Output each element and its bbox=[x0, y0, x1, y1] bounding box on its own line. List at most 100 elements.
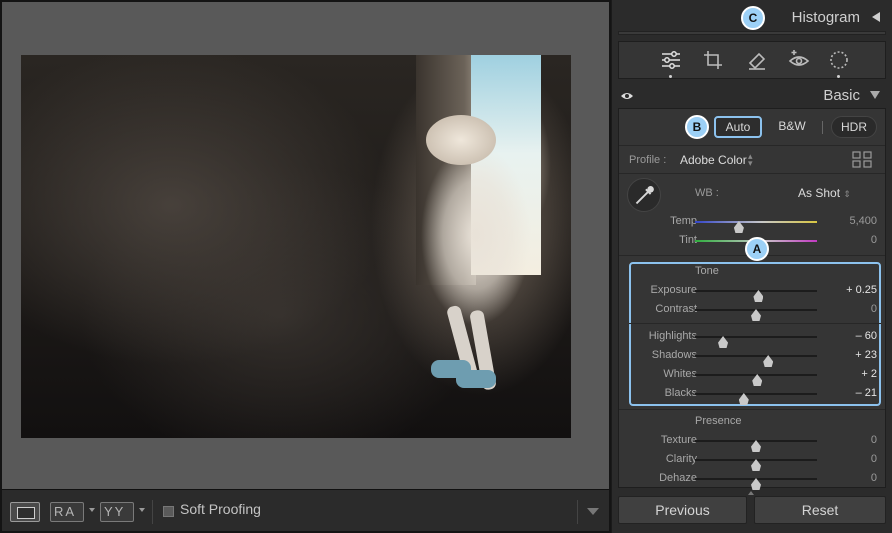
clarity-track[interactable] bbox=[695, 459, 817, 471]
reset-button[interactable]: Reset bbox=[754, 496, 886, 524]
exposure-track[interactable] bbox=[695, 290, 817, 302]
highlights-track[interactable] bbox=[695, 336, 817, 348]
texture-value[interactable]: 0 bbox=[827, 434, 877, 446]
updown-arrows-icon: ⇕ bbox=[843, 189, 851, 199]
black-white-button[interactable]: B&W bbox=[771, 116, 813, 138]
soft-proofing-label[interactable]: Soft Proofing bbox=[180, 501, 261, 517]
bottom-toolbar: RA YY Soft Proofing bbox=[2, 489, 609, 531]
tone-section-title: Tone bbox=[695, 265, 719, 277]
dehaze-slider-row: Dehaze 0 bbox=[619, 470, 885, 490]
profile-select[interactable]: Adobe Color bbox=[680, 153, 747, 167]
wb-label: WB : bbox=[695, 187, 719, 199]
section-divider bbox=[619, 145, 885, 146]
crop-icon[interactable] bbox=[701, 48, 725, 72]
shadows-label: Shadows bbox=[651, 349, 697, 361]
develop-right-panel: C Histogram Basic Auto B B&W HDR Profile… bbox=[612, 0, 892, 533]
photo-preview[interactable] bbox=[21, 55, 571, 438]
presence-section-title: Presence bbox=[695, 415, 742, 427]
updown-arrows-icon[interactable]: ▴ ▾ bbox=[748, 152, 753, 168]
section-divider bbox=[619, 409, 885, 410]
photo-subject bbox=[416, 135, 536, 335]
chevron-down-icon[interactable] bbox=[89, 508, 95, 512]
mask-active-indicator bbox=[837, 75, 840, 78]
exposure-label: Exposure bbox=[650, 284, 697, 296]
basic-panel: Auto B B&W HDR Profile : Adobe Color ▴ ▾ … bbox=[618, 108, 886, 490]
yy-label: YY bbox=[104, 504, 126, 519]
texture-slider-row: Texture 0 bbox=[619, 432, 885, 452]
blacks-value[interactable]: – 21 bbox=[827, 387, 877, 399]
basic-panel-collapse-icon[interactable] bbox=[870, 91, 880, 99]
clarity-value[interactable]: 0 bbox=[827, 453, 877, 465]
dehaze-slider-thumb[interactable] bbox=[751, 478, 761, 490]
blacks-slider-row: Blacks – 21 bbox=[619, 385, 885, 405]
eyedropper-icon[interactable] bbox=[627, 178, 661, 212]
temp-value[interactable]: 5,400 bbox=[827, 215, 877, 227]
profile-label: Profile : bbox=[629, 154, 667, 166]
toolbar-divider bbox=[577, 500, 578, 524]
histogram-collapse-icon[interactable] bbox=[872, 12, 880, 22]
temp-slider-row: Temp 5,400 bbox=[619, 213, 885, 233]
texture-label: Texture bbox=[660, 434, 697, 446]
whites-track[interactable] bbox=[695, 374, 817, 386]
active-tool-indicator bbox=[669, 75, 672, 78]
eye-icon[interactable] bbox=[620, 89, 634, 103]
callout-a: A bbox=[745, 237, 769, 261]
blacks-track[interactable] bbox=[695, 393, 817, 405]
hdr-button[interactable]: HDR bbox=[831, 116, 877, 138]
before-after-left-right-button[interactable]: RA bbox=[50, 502, 84, 522]
toolbar-divider bbox=[152, 500, 153, 524]
highlights-label: Highlights bbox=[648, 330, 697, 342]
contrast-value[interactable]: 0 bbox=[827, 303, 877, 315]
basic-panel-title[interactable]: Basic bbox=[823, 87, 860, 104]
previous-button[interactable]: Previous bbox=[618, 496, 747, 524]
tint-value[interactable]: 0 bbox=[827, 234, 877, 246]
texture-track[interactable] bbox=[695, 440, 817, 452]
dehaze-value[interactable]: 0 bbox=[827, 472, 877, 484]
soft-proofing-checkbox[interactable] bbox=[163, 506, 174, 517]
mask-icon[interactable] bbox=[827, 48, 851, 72]
treatment-divider bbox=[822, 121, 823, 134]
tint-label: Tint bbox=[679, 234, 697, 246]
dehaze-track[interactable] bbox=[695, 478, 817, 490]
contrast-slider-thumb[interactable] bbox=[751, 309, 761, 321]
before-after-toggle-button[interactable]: YY bbox=[100, 502, 134, 522]
whites-label: Whites bbox=[663, 368, 697, 380]
photo-subject-shoe bbox=[456, 370, 496, 388]
shadows-value[interactable]: + 23 bbox=[827, 349, 877, 361]
toolbar-menu-icon[interactable] bbox=[587, 508, 599, 515]
panel-scroll-indicator[interactable] bbox=[748, 491, 754, 495]
profile-grid-icon[interactable] bbox=[852, 151, 872, 168]
callout-c: C bbox=[741, 6, 765, 30]
wb-value: As Shot bbox=[798, 186, 841, 200]
temp-track[interactable] bbox=[695, 221, 817, 233]
callout-b: B bbox=[685, 115, 709, 139]
contrast-label: Contrast bbox=[655, 303, 697, 315]
ra-label: RA bbox=[54, 504, 77, 519]
section-divider bbox=[619, 173, 885, 174]
auto-button[interactable]: Auto bbox=[714, 116, 762, 138]
chevron-down-icon[interactable] bbox=[139, 508, 145, 512]
eraser-icon[interactable] bbox=[745, 48, 769, 72]
highlights-slider-row: Highlights – 60 bbox=[619, 328, 885, 348]
exposure-slider-row: Exposure + 0.25 bbox=[619, 282, 885, 302]
photo-subject-hat bbox=[426, 115, 496, 165]
whites-value[interactable]: + 2 bbox=[827, 368, 877, 380]
red-eye-icon[interactable] bbox=[787, 48, 811, 72]
preview-area bbox=[0, 0, 611, 533]
wb-select[interactable]: As Shot ⇕ bbox=[798, 186, 851, 200]
whites-slider-row: Whites + 2 bbox=[619, 366, 885, 386]
clarity-slider-row: Clarity 0 bbox=[619, 451, 885, 471]
blacks-label: Blacks bbox=[664, 387, 697, 399]
histogram-display bbox=[618, 31, 886, 35]
highlights-value[interactable]: – 60 bbox=[827, 330, 877, 342]
shadows-track[interactable] bbox=[695, 355, 817, 367]
section-divider bbox=[629, 323, 881, 324]
contrast-track[interactable] bbox=[695, 309, 817, 321]
loupe-view-button[interactable] bbox=[10, 502, 40, 522]
shadows-slider-row: Shadows + 23 bbox=[619, 347, 885, 367]
histogram-title[interactable]: Histogram bbox=[792, 9, 860, 26]
bottom-button-bar: Previous Reset bbox=[612, 496, 892, 533]
edit-sliders-icon[interactable] bbox=[659, 48, 683, 72]
exposure-value[interactable]: + 0.25 bbox=[827, 284, 877, 296]
blacks-slider-thumb[interactable] bbox=[738, 393, 749, 405]
